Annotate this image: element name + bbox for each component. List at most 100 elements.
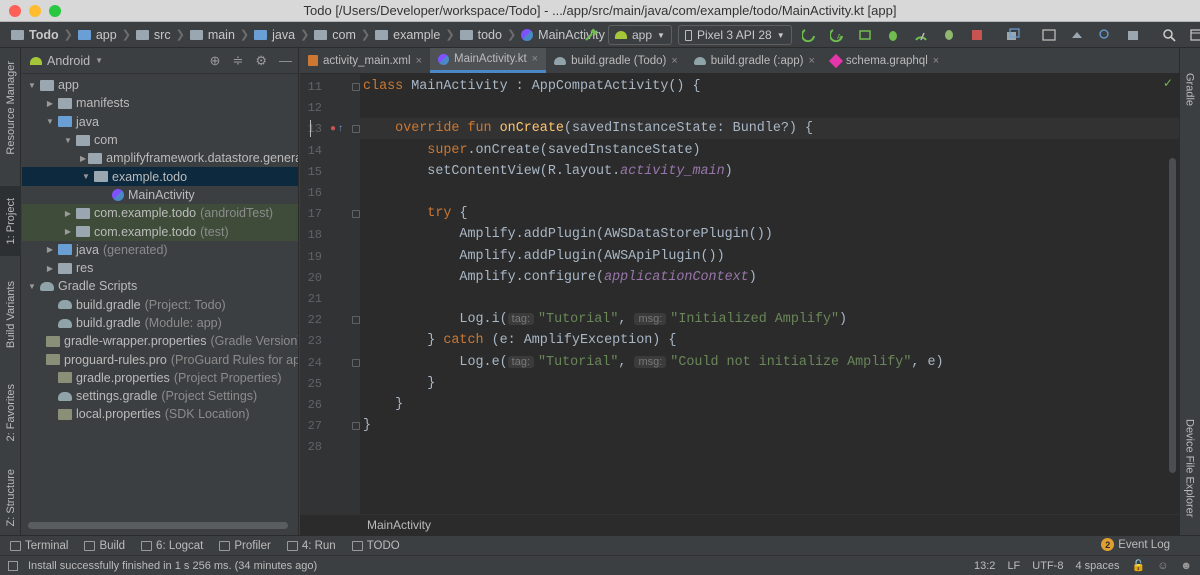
collapse-all-icon[interactable]: ≑ xyxy=(232,53,243,69)
terminal-tool-button[interactable]: Terminal xyxy=(10,540,68,552)
build-tool-button[interactable]: Build xyxy=(84,540,125,552)
sdk-manager-icon[interactable] xyxy=(1066,24,1088,46)
vertical-scrollbar[interactable] xyxy=(1169,158,1176,473)
fold-icon[interactable] xyxy=(352,125,360,134)
project-view-select[interactable]: Android ▼ xyxy=(30,54,103,68)
tree-node[interactable]: proguard-rules.pro (ProGuard Rules for a… xyxy=(22,350,298,368)
gradle-tab[interactable]: Gradle xyxy=(1179,60,1200,120)
breadcrumb-item[interactable]: app xyxy=(75,28,120,42)
close-icon[interactable]: × xyxy=(933,55,939,67)
editor-tab[interactable]: build.gradle (:app) × xyxy=(686,48,823,73)
tree-node[interactable]: ▼ app xyxy=(22,76,298,94)
attach-debugger-icon[interactable] xyxy=(938,24,960,46)
chevron-down-icon[interactable]: ▼ xyxy=(62,136,74,145)
close-icon[interactable]: × xyxy=(532,53,538,65)
chevron-right-icon[interactable]: ▶ xyxy=(44,99,56,108)
editor-tab[interactable]: build.gradle (Todo) × xyxy=(546,48,686,73)
line-separator[interactable]: LF xyxy=(1007,560,1020,572)
breadcrumb-item[interactable]: java xyxy=(251,28,298,42)
profiler-tool-button[interactable]: Profiler xyxy=(219,540,271,552)
apply-changes-icon[interactable]: A xyxy=(826,24,848,46)
debug-icon[interactable] xyxy=(882,24,904,46)
favorites-tab[interactable]: 2: Favorites xyxy=(0,373,21,453)
tree-node[interactable]: settings.gradle (Project Settings) xyxy=(22,387,298,405)
breadcrumb-item[interactable]: todo xyxy=(457,28,505,42)
close-icon[interactable]: × xyxy=(416,55,422,67)
editor-tab[interactable]: activity_main.xml × xyxy=(300,48,430,73)
tree-node[interactable]: ▶ com.example.todo (androidTest) xyxy=(22,204,298,223)
tree-node[interactable]: ▶ manifests xyxy=(22,94,298,112)
status-message[interactable]: Install successfully finished in 1 s 256… xyxy=(28,560,317,572)
editor-tab[interactable]: MainActivity.kt × xyxy=(430,48,547,73)
device-file-explorer-tab[interactable]: Device File Explorer xyxy=(1179,408,1200,528)
override-icon[interactable]: ● xyxy=(330,123,336,134)
6-logcat-tool-button[interactable]: 6: Logcat xyxy=(141,540,203,552)
tree-node[interactable]: ▼ Gradle Scripts xyxy=(22,277,298,295)
inspection-icon[interactable]: ☺ xyxy=(1157,560,1168,572)
build-variants-tab[interactable]: Build Variants xyxy=(0,270,21,360)
chevron-right-icon[interactable]: ▶ xyxy=(62,209,74,218)
code-area[interactable]: class MainActivity : AppCompatActivity()… xyxy=(363,74,1173,514)
fold-icon[interactable] xyxy=(352,422,360,431)
memory-icon[interactable]: ☻ xyxy=(1180,560,1192,572)
chevron-down-icon[interactable]: ▼ xyxy=(80,172,92,181)
chevron-right-icon[interactable]: ▶ xyxy=(62,227,74,236)
implement-icon[interactable]: ↑ xyxy=(338,123,343,134)
package-icon[interactable] xyxy=(1122,24,1144,46)
device-select[interactable]: Pixel 3 API 28 ▼ xyxy=(678,25,792,45)
status-toggle-icon[interactable] xyxy=(8,560,18,571)
tree-node[interactable]: MainActivity xyxy=(22,186,298,204)
run-icon[interactable] xyxy=(798,24,820,46)
search-icon[interactable] xyxy=(1158,24,1180,46)
lock-icon[interactable]: 🔓 xyxy=(1131,559,1145,572)
code-footer-breadcrumb[interactable]: MainActivity xyxy=(300,514,1179,535)
indent-setting[interactable]: 4 spaces xyxy=(1075,560,1119,572)
zoom-window-button[interactable] xyxy=(49,5,61,17)
tree-node[interactable]: ▶ com.example.todo (test) xyxy=(22,222,298,241)
avd-manager-icon[interactable] xyxy=(1038,24,1060,46)
chevron-down-icon[interactable]: ▼ xyxy=(26,81,38,90)
file-encoding[interactable]: UTF-8 xyxy=(1032,560,1063,572)
tree-node[interactable]: ▼ java xyxy=(22,113,298,131)
gear-icon[interactable]: ⚙ xyxy=(255,53,267,69)
close-icon[interactable]: × xyxy=(671,55,677,67)
breadcrumb-item[interactable]: example xyxy=(372,28,443,42)
tree-node[interactable]: ▶ java (generated) xyxy=(22,241,298,259)
breadcrumb-item[interactable]: src xyxy=(133,28,174,42)
tree-node[interactable]: ▶ res xyxy=(22,259,298,277)
project-tab[interactable]: 1: Project xyxy=(0,186,21,256)
cursor-position[interactable]: 13:2 xyxy=(974,560,995,572)
minimize-window-button[interactable] xyxy=(29,5,41,17)
hammer-icon[interactable] xyxy=(580,24,602,46)
tree-node[interactable]: gradle.properties (Project Properties) xyxy=(22,369,298,387)
menu-icon[interactable] xyxy=(1186,24,1200,46)
close-icon[interactable]: × xyxy=(808,55,814,67)
resource-manager-tab[interactable]: Resource Manager xyxy=(0,58,21,158)
breadcrumb-item[interactable]: Todo xyxy=(8,28,62,42)
layout-inspector-icon[interactable] xyxy=(1094,24,1116,46)
chevron-right-icon[interactable]: ▶ xyxy=(80,154,86,163)
hide-icon[interactable]: — xyxy=(279,53,292,69)
chevron-right-icon[interactable]: ▶ xyxy=(44,245,56,254)
apply-code-icon[interactable] xyxy=(854,24,876,46)
tree-node[interactable]: ▼ com xyxy=(22,131,298,149)
tree-node[interactable]: gradle-wrapper.properties (Gradle Versio… xyxy=(22,332,298,350)
fold-icon[interactable] xyxy=(352,210,360,219)
chevron-right-icon[interactable]: ▶ xyxy=(44,264,56,273)
tree-node[interactable]: local.properties (SDK Location) xyxy=(22,405,298,423)
profile-icon[interactable] xyxy=(910,24,932,46)
tree-node[interactable]: build.gradle (Project: Todo) xyxy=(22,296,298,314)
structure-tab[interactable]: Z: Structure xyxy=(0,463,21,533)
todo-tool-button[interactable]: TODO xyxy=(351,540,400,552)
fold-icon[interactable] xyxy=(352,83,360,91)
tree-node[interactable]: ▼ example.todo xyxy=(22,167,298,186)
stop-icon[interactable] xyxy=(966,24,988,46)
sync-icon[interactable] xyxy=(1002,24,1024,46)
chevron-down-icon[interactable]: ▼ xyxy=(26,282,38,291)
tree-node[interactable]: ▶ amplifyframework.datastore.generated.mo… xyxy=(22,149,298,167)
fold-icon[interactable] xyxy=(352,316,360,325)
chevron-down-icon[interactable]: ▼ xyxy=(44,117,56,126)
breadcrumb-item[interactable]: main xyxy=(187,28,238,42)
event-log-button[interactable]: 2 Event Log xyxy=(1101,538,1170,551)
editor-tab[interactable]: schema.graphql × xyxy=(823,48,947,73)
